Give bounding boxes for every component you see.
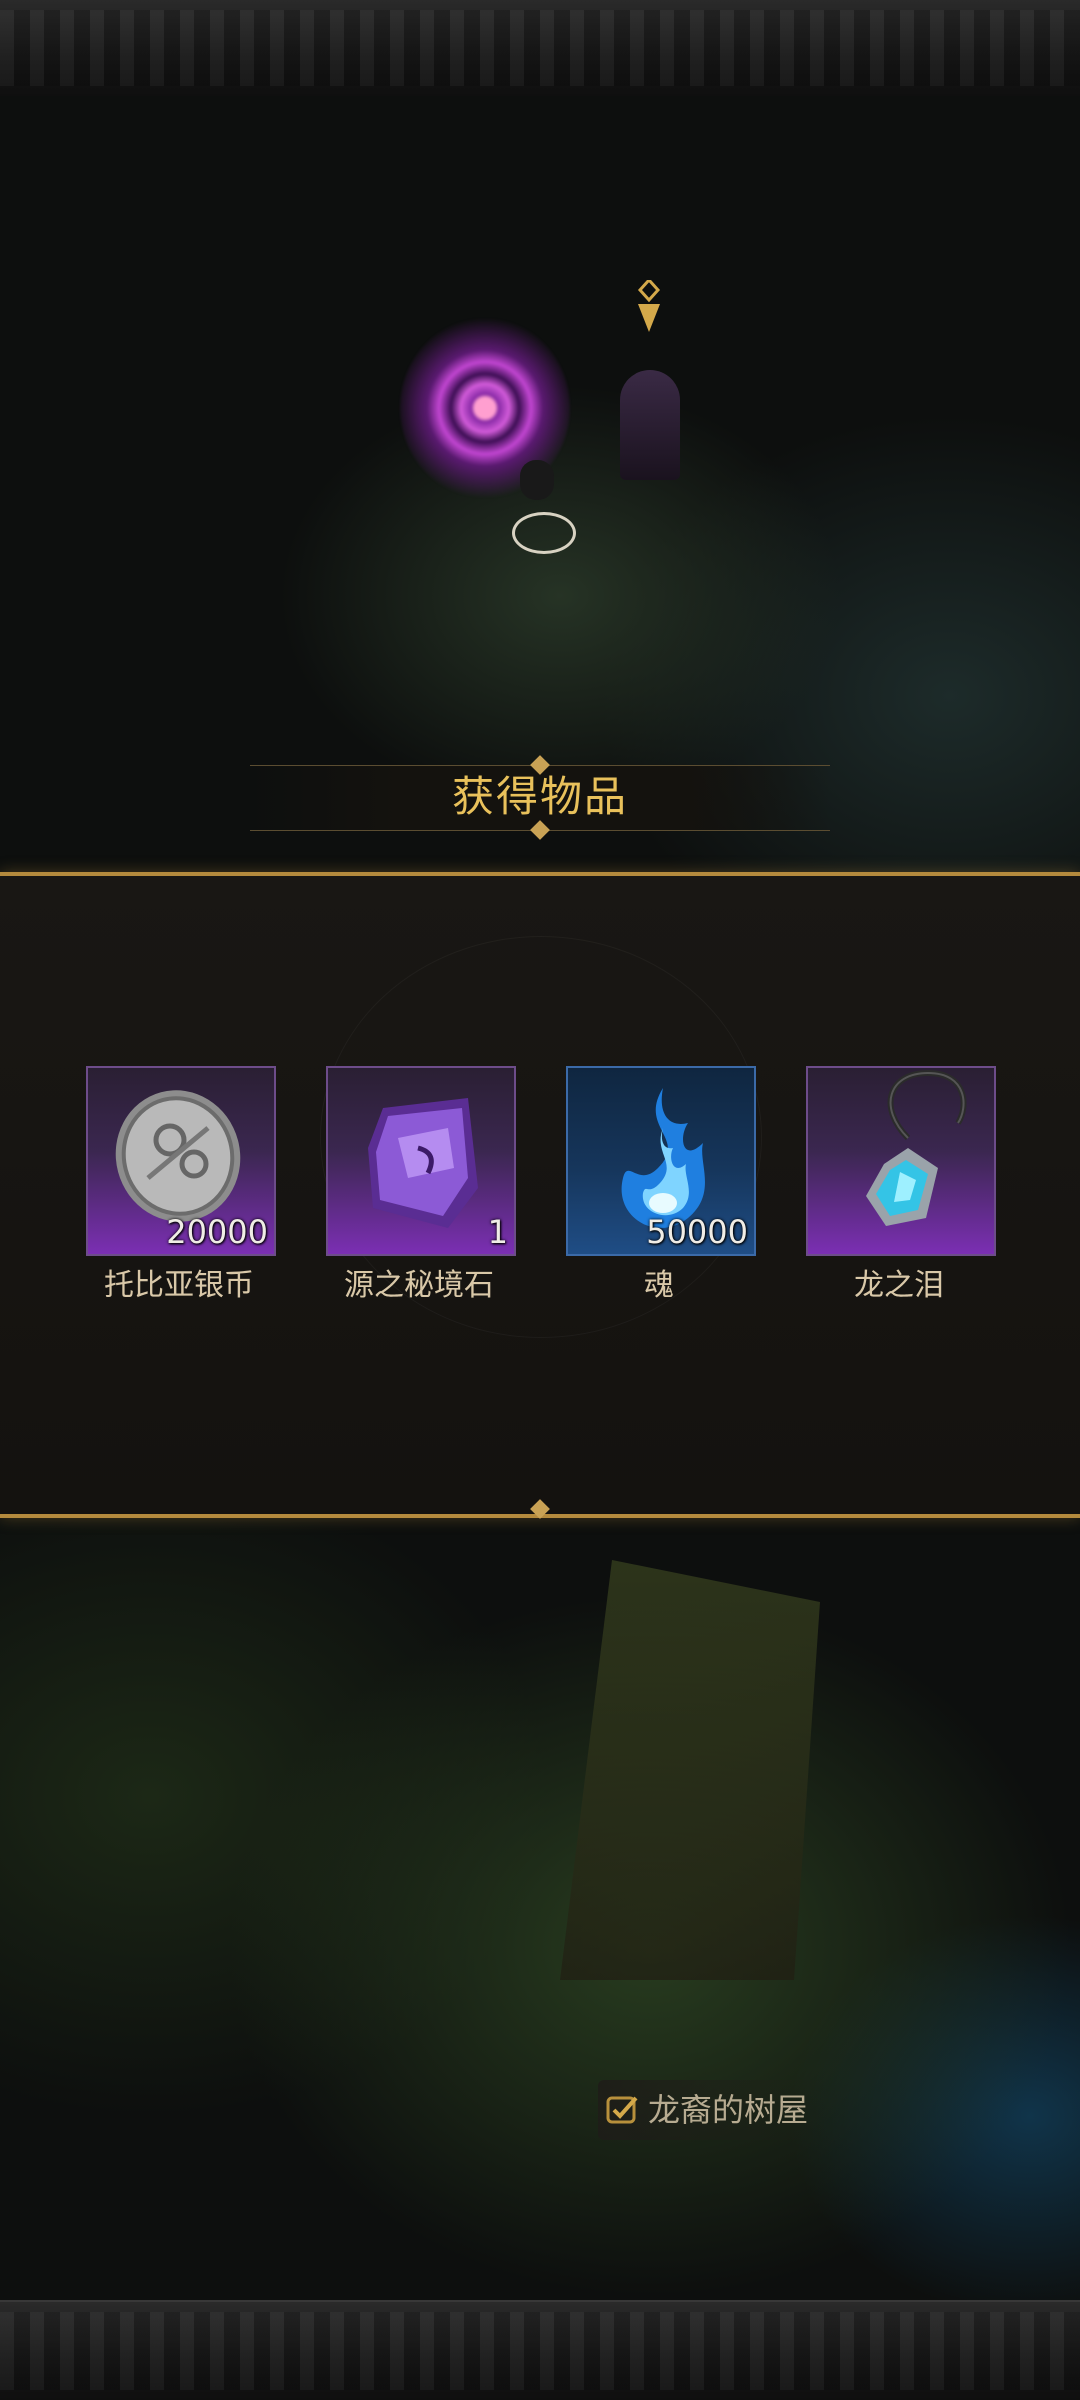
reward-item[interactable]: 1 源之秘境石 [326,1066,516,1306]
reward-item[interactable]: 龙之泪 [806,1066,996,1306]
reward-item[interactable]: 50000 魂 [566,1066,756,1306]
reward-name: 龙之泪 [854,1268,944,1303]
reward-slot[interactable]: 20000 [86,1066,276,1256]
quest-marker-icon [637,280,661,332]
treehouse-building [560,1560,820,1980]
reward-quantity: 1 [487,1213,508,1251]
reward-name: 托比亚银币 [104,1268,254,1303]
reward-list: 20000 托比亚银币 1 源之秘境石 50000 魂 龙之泪 [86,1066,996,1306]
player-character[interactable] [620,370,680,480]
reward-quantity: 50000 [646,1213,748,1251]
reward-slot[interactable]: 1 [326,1066,516,1256]
selection-ring [512,512,576,554]
reward-item[interactable]: 20000 托比亚银币 [86,1066,276,1306]
reward-name: 源之秘境石 [344,1268,494,1303]
bottom-frame-border [0,2300,1080,2400]
reward-quantity: 20000 [166,1213,268,1251]
reward-slot[interactable] [806,1066,996,1256]
reward-slot[interactable]: 50000 [566,1066,756,1256]
checkmark-icon [606,2096,638,2124]
dragon-tear-necklace-icon [866,1069,967,1226]
purple-crystal-icon [368,1098,478,1228]
location-name: 龙裔的树屋 [648,2091,809,2129]
dialog-title: 获得物品 [451,772,628,821]
top-frame-border [0,0,1080,98]
location-banner[interactable]: 龙裔的树屋 [598,2080,828,2140]
companion-character [520,460,554,500]
reward-name: 魂 [644,1268,674,1303]
